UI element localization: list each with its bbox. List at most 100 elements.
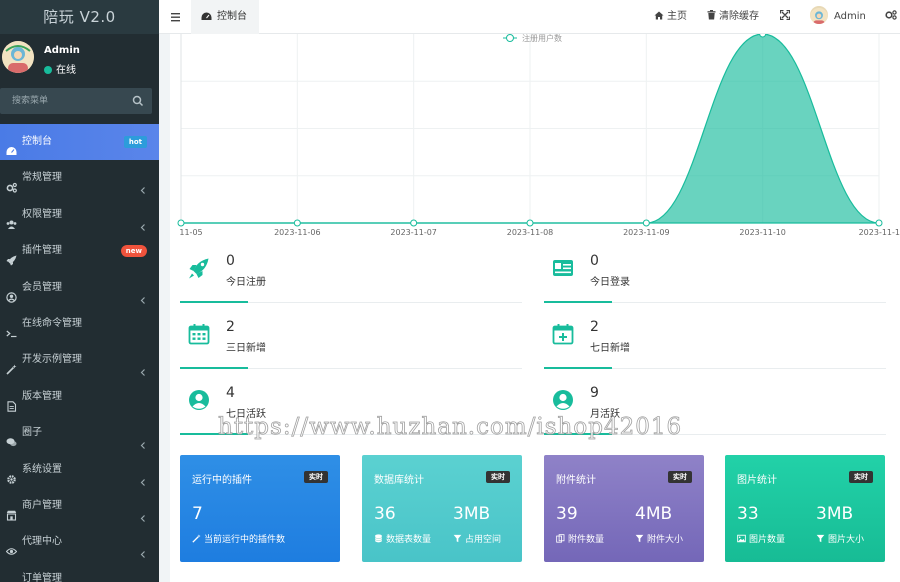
legend-marker bbox=[506, 34, 514, 42]
card-subtitle-text: 附件大小 bbox=[647, 535, 684, 545]
sidebar-item-2[interactable]: 权限管理 bbox=[0, 197, 159, 233]
sidebar-item-11[interactable]: 代理中心 bbox=[0, 524, 159, 560]
admin-label: Admin bbox=[834, 11, 866, 22]
id-card-icon bbox=[552, 257, 574, 279]
stat-label: 三日新增 bbox=[226, 343, 266, 354]
sidebar-item-label: 开发示例管理 bbox=[22, 354, 82, 366]
watermark-text: https://www.huzhan.com/ishop42016 bbox=[218, 414, 683, 441]
realtime-badge: 实时 bbox=[849, 471, 873, 483]
comments-icon bbox=[6, 438, 17, 447]
menu-badge: new bbox=[120, 245, 147, 258]
data-point bbox=[526, 219, 534, 227]
avatar bbox=[810, 6, 828, 24]
admin-menu[interactable]: Admin bbox=[810, 0, 866, 34]
fullscreen-button[interactable] bbox=[779, 0, 793, 34]
user-name: Admin bbox=[44, 45, 80, 56]
data-point bbox=[642, 219, 650, 227]
sidebar-item-8[interactable]: 圈子 bbox=[0, 415, 159, 451]
card-value: 33 bbox=[737, 504, 759, 524]
card-subtitle-text: 附件数量 bbox=[568, 535, 605, 545]
search-input[interactable] bbox=[0, 88, 124, 114]
topbar: 控制台 主页 清除缓存 Admin bbox=[159, 0, 900, 34]
stat-accent-line bbox=[180, 301, 248, 303]
stat-value: 0 bbox=[226, 253, 235, 269]
store-icon bbox=[6, 510, 17, 521]
sidebar-item-6[interactable]: 开发示例管理 bbox=[0, 342, 159, 378]
sidebar-item-10[interactable]: 商户管理 bbox=[0, 488, 159, 524]
stat-accent-line bbox=[544, 301, 612, 303]
card-subtitle: 图片数量 bbox=[737, 532, 785, 545]
eye-icon bbox=[5, 548, 18, 556]
x-tick-label: 2023-11-06 bbox=[274, 228, 321, 237]
terminal-icon bbox=[6, 319, 17, 338]
user-circle-icon bbox=[188, 389, 210, 411]
dashboard-icon bbox=[6, 147, 17, 155]
search-icon[interactable] bbox=[130, 93, 146, 109]
card-subtitle: 数据表数量 bbox=[374, 532, 431, 545]
sidebar-item-label: 圈子 bbox=[22, 427, 42, 439]
magic-icon bbox=[6, 355, 17, 375]
menu-badge: hot bbox=[123, 136, 147, 148]
rocket-icon bbox=[6, 255, 17, 266]
sidebar-item-3[interactable]: 插件管理 new bbox=[0, 233, 159, 269]
filter-icon bbox=[635, 534, 644, 543]
sidebar-item-1[interactable]: 常规管理 bbox=[0, 160, 159, 196]
files-icon bbox=[556, 534, 565, 543]
sidebar: 陪玩 V2.0 Admin 在线 控制台 hot 常规管理权限管理插件管理 new 会员… bbox=[0, 0, 159, 582]
sidebar-item-label: 控制台 bbox=[22, 136, 52, 147]
magic-icon bbox=[192, 534, 201, 543]
card-title: 附件统计 bbox=[556, 475, 596, 486]
clear-cache-button[interactable]: 清除缓存 bbox=[707, 0, 759, 34]
sidebar-item-0[interactable]: 控制台 hot bbox=[0, 124, 159, 161]
user-circle-icon bbox=[552, 389, 574, 411]
card-title: 数据库统计 bbox=[374, 475, 424, 486]
card-value: 3MB bbox=[816, 504, 854, 524]
stat-accent-line bbox=[180, 367, 248, 369]
menu-toggle-icon[interactable] bbox=[167, 9, 183, 25]
x-tick-label: 2023-11-08 bbox=[507, 228, 554, 237]
stat-box: 0 今日登录 bbox=[544, 245, 886, 303]
stat-card: 运行中的插件 实时 7 当前运行中的插件数 bbox=[180, 455, 340, 562]
sidebar-item-label: 会员管理 bbox=[22, 281, 62, 293]
sidebar-item-7[interactable]: 版本管理 bbox=[0, 379, 159, 415]
card-subtitle: 当前运行中的插件数 bbox=[192, 532, 285, 545]
sidebar-item-5[interactable]: 在线命令管理 bbox=[0, 306, 159, 342]
sidebar-item-4[interactable]: 会员管理 bbox=[0, 270, 159, 306]
trash-icon bbox=[707, 10, 716, 20]
avatar[interactable] bbox=[2, 41, 34, 73]
card-value: 7 bbox=[192, 504, 203, 524]
home-link[interactable]: 主页 bbox=[654, 0, 687, 34]
sidebar-item-9[interactable]: 系统设置 bbox=[0, 452, 159, 488]
chevron-left-icon bbox=[139, 356, 147, 377]
sidebar-item-label: 代理中心 bbox=[22, 536, 62, 548]
stat-value: 9 bbox=[590, 385, 599, 401]
tab-dashboard[interactable]: 控制台 bbox=[191, 0, 259, 34]
filter-icon bbox=[453, 534, 462, 543]
card-subtitle: 附件大小 bbox=[635, 532, 683, 545]
data-point bbox=[410, 219, 418, 227]
group-icon bbox=[6, 220, 17, 229]
home-label: 主页 bbox=[667, 11, 687, 22]
sidebar-item-label: 订单管理 bbox=[22, 572, 62, 582]
settings-button[interactable] bbox=[885, 0, 900, 34]
gear-icon bbox=[7, 474, 16, 484]
user-circle-icon bbox=[6, 291, 17, 303]
brand-logo[interactable]: 陪玩 V2.0 bbox=[0, 0, 159, 34]
sidebar-item-label: 权限管理 bbox=[22, 208, 62, 220]
user-circle-icon bbox=[6, 283, 17, 303]
chevron-left-icon bbox=[139, 429, 147, 450]
chevron-left-icon bbox=[139, 211, 147, 231]
stat-box: 0 今日注册 bbox=[180, 245, 522, 303]
sidebar-item-12[interactable]: 订单管理 bbox=[0, 561, 159, 582]
sidebar-search bbox=[0, 88, 152, 114]
data-point bbox=[293, 219, 301, 227]
stat-label: 今日注册 bbox=[226, 277, 266, 288]
fullscreen-icon bbox=[779, 9, 791, 21]
cogs-icon bbox=[6, 173, 17, 193]
user-status: 在线 bbox=[44, 61, 76, 76]
x-tick-label: 2023-11-1 bbox=[859, 228, 900, 237]
card-subtitle-text: 占用空间 bbox=[465, 535, 502, 545]
chevron-left-icon bbox=[139, 284, 147, 304]
stat-box: 2 七日新增 bbox=[544, 311, 886, 369]
dashboard-icon bbox=[6, 137, 17, 155]
